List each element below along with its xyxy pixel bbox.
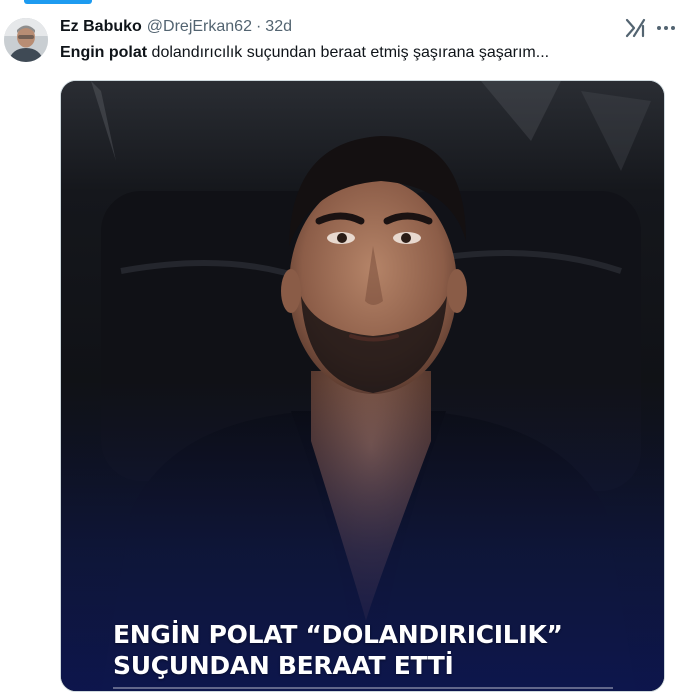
tweet-text-bold: Engin polat xyxy=(60,44,148,61)
tweet[interactable]: Ez Babuko @DrejErkan62 · 32d Engin polat… xyxy=(0,0,682,700)
tweet-header: Ez Babuko @DrejErkan62 · 32d xyxy=(60,16,292,38)
author-handle[interactable]: @DrejErkan62 xyxy=(147,18,252,36)
more-icon[interactable] xyxy=(654,16,678,40)
author-avatar[interactable] xyxy=(4,18,48,62)
tweet-media[interactable]: ENGİN POLAT “DOLANDIRICILIK” SUÇUNDAN BE… xyxy=(60,80,665,692)
headline-line-2: SUÇUNDAN BERAAT ETTİ xyxy=(113,651,454,680)
grok-icon[interactable] xyxy=(624,16,648,40)
grok-icon-glyph xyxy=(625,18,646,38)
media-divider xyxy=(113,687,613,689)
media-headline: ENGİN POLAT “DOLANDIRICILIK” SUÇUNDAN BE… xyxy=(113,619,563,681)
tweet-text-body: dolandırıcılık suçundan beraat etmiş şaş… xyxy=(147,44,550,61)
author-name[interactable]: Ez Babuko xyxy=(60,18,142,36)
tweet-text: Engin polat dolandırıcılık suçundan bera… xyxy=(60,42,549,64)
tweet-timestamp[interactable]: 32d xyxy=(265,18,292,36)
user-avatar-icon xyxy=(4,18,48,62)
headline-line-1: ENGİN POLAT “DOLANDIRICILIK” xyxy=(113,620,563,649)
media-photo xyxy=(61,81,664,691)
header-separator: · xyxy=(255,18,262,35)
more-dots-icon xyxy=(657,26,675,30)
